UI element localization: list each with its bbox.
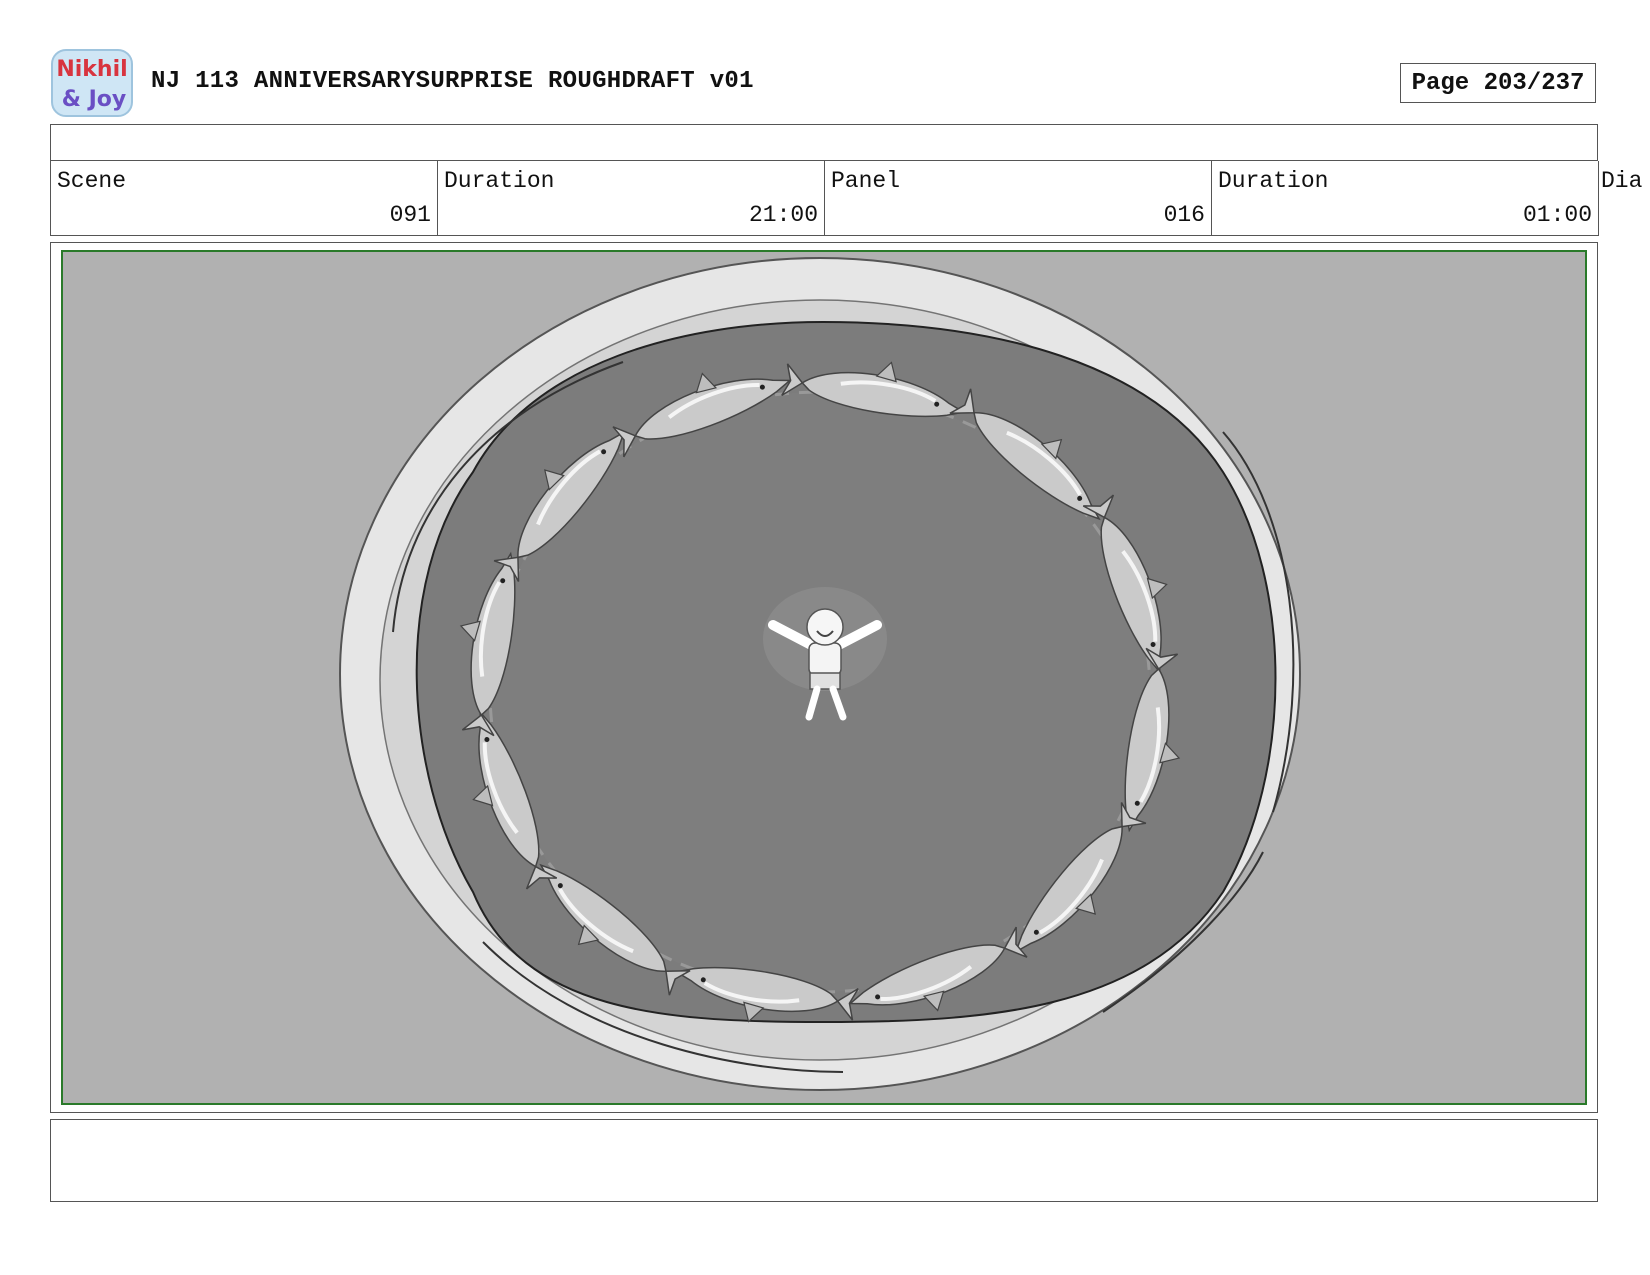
panel-value: 016 xyxy=(1163,202,1205,228)
scene-duration-label: Duration xyxy=(444,168,555,194)
panel-duration-cell: Duration 01:00 xyxy=(1211,161,1599,236)
scene-label: Scene xyxy=(57,168,127,194)
scene-cell: Scene 091 xyxy=(50,161,438,236)
panel-label: Panel xyxy=(831,168,901,194)
panel-cell: Panel 016 xyxy=(824,161,1212,236)
dialogue-label: Dia xyxy=(1601,168,1643,194)
header-blank-row xyxy=(50,124,1598,161)
panel-duration-label: Duration xyxy=(1218,168,1329,194)
pool-scene-illustration xyxy=(339,257,1301,1091)
panel-notes-box xyxy=(50,1119,1598,1202)
logo-text-bottom: & Joy xyxy=(62,87,127,112)
panel-duration-value: 01:00 xyxy=(1522,202,1592,228)
page-number: Page 203/237 xyxy=(1400,63,1596,103)
show-logo: Nikhil & Joy xyxy=(50,48,134,118)
storyboard-panel-image xyxy=(61,250,1587,1105)
scene-duration-value: 21:00 xyxy=(748,202,818,228)
logo-text-top: Nikhil xyxy=(56,57,127,82)
scene-info-row: Scene 091 Duration 21:00 Panel 016 Durat… xyxy=(50,161,1650,236)
dialogue-cell: Dia xyxy=(1598,161,1650,236)
scene-duration-cell: Duration 21:00 xyxy=(437,161,825,236)
scene-value: 091 xyxy=(389,202,431,228)
document-title: NJ 113 ANNIVERSARYSURPRISE ROUGHDRAFT v0… xyxy=(151,68,754,95)
